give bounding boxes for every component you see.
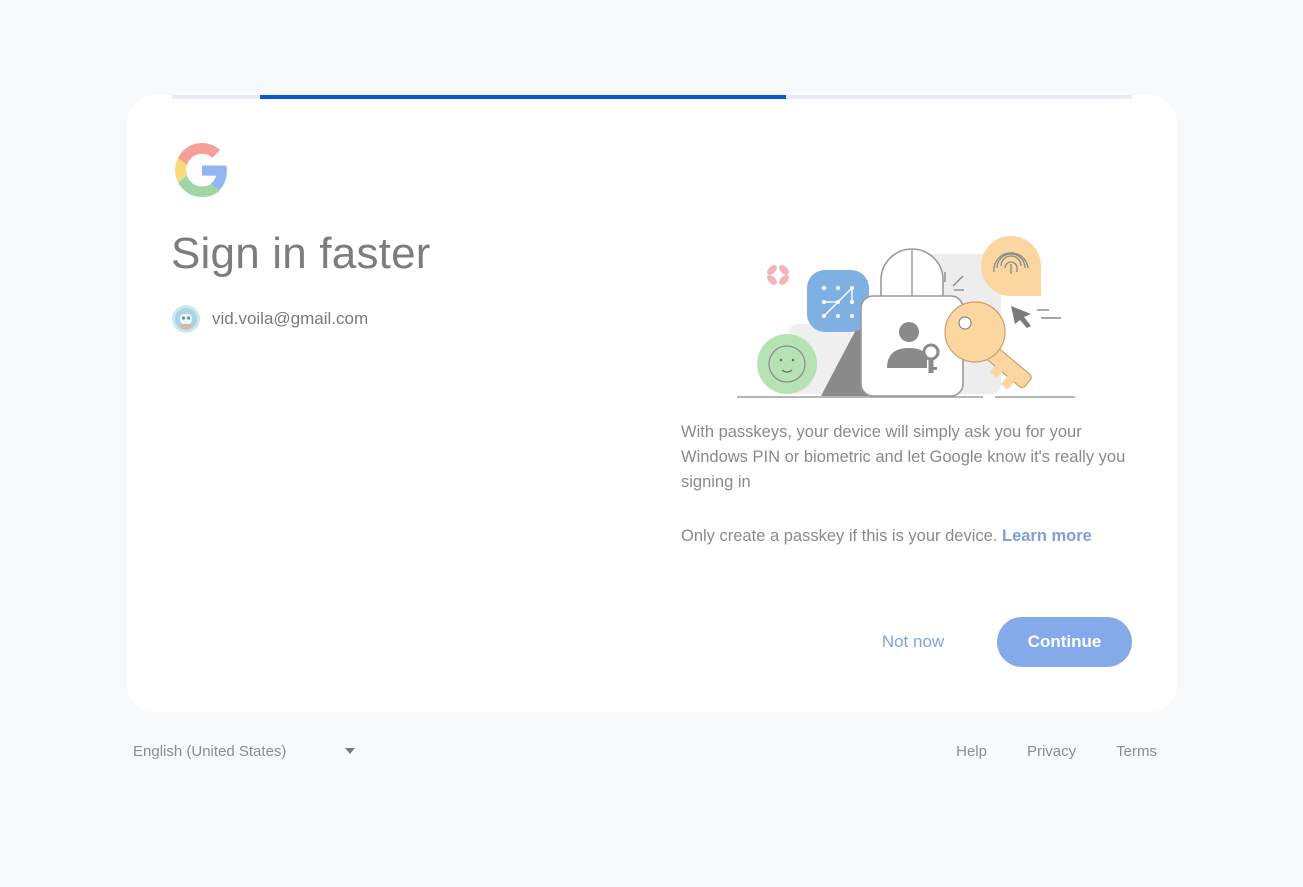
passkey-illustration	[737, 236, 1075, 398]
help-link[interactable]: Help	[956, 743, 987, 760]
not-now-button[interactable]: Not now	[859, 617, 967, 667]
passkey-description: With passkeys, your device will simply a…	[681, 423, 1126, 491]
passkey-note: Only create a passkey if this is your de…	[681, 524, 1151, 549]
footer: English (United States) Help Privacy Ter…	[127, 730, 1177, 772]
language-selector[interactable]: English (United States)	[133, 730, 363, 772]
signin-card: Sign in faster vid.voila@gmail.com With …	[127, 95, 1177, 712]
google-g-icon	[175, 143, 227, 197]
language-label: English (United States)	[133, 742, 287, 760]
progress-bar-fill	[260, 95, 786, 99]
avatar-icon	[172, 305, 200, 333]
chevron-down-icon	[345, 748, 355, 754]
footer-links: Help Privacy Terms	[916, 730, 1157, 772]
page: Sign in faster vid.voila@gmail.com With …	[0, 0, 1303, 887]
continue-button[interactable]: Continue	[997, 617, 1132, 667]
page-title: Sign in faster	[171, 229, 431, 278]
account-chip: vid.voila@gmail.com	[172, 305, 368, 333]
passkey-note-text: Only create a passkey if this is your de…	[681, 527, 998, 545]
learn-more-link[interactable]: Learn more	[1002, 527, 1092, 545]
privacy-link[interactable]: Privacy	[1027, 743, 1076, 760]
account-email: vid.voila@gmail.com	[212, 309, 369, 328]
terms-link[interactable]: Terms	[1116, 743, 1157, 760]
progress-bar	[172, 95, 1132, 99]
